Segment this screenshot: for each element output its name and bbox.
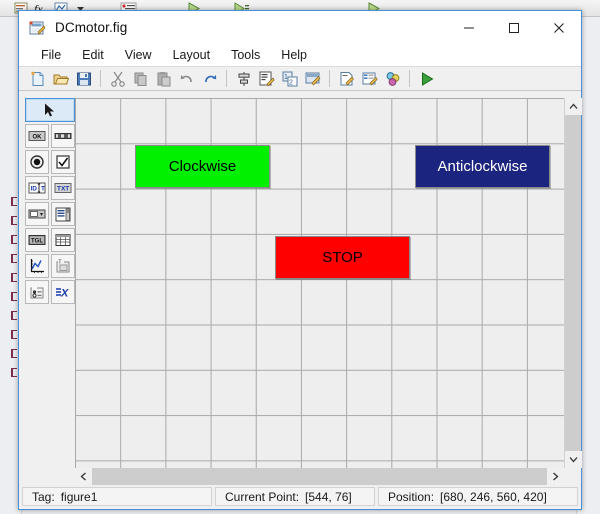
statusbar: Tag: figure1 Current Point: [544, 76] Po… (19, 485, 581, 509)
guide-toolbar: 21 (19, 66, 581, 91)
redo-icon[interactable] (199, 68, 220, 89)
stop-button[interactable]: STOP (275, 236, 410, 279)
canvas-row: Clockwise Anticlockwise STOP (75, 98, 582, 468)
run-figure-icon[interactable] (416, 68, 437, 89)
paste-icon[interactable] (153, 68, 174, 89)
scroll-up-button[interactable] (565, 98, 582, 115)
activex-tool[interactable]: X (51, 280, 75, 304)
toolbar-separator (100, 70, 101, 87)
copy-icon[interactable] (130, 68, 151, 89)
table-tool[interactable] (51, 228, 75, 252)
open-figure-icon[interactable] (50, 68, 71, 89)
cut-icon[interactable] (107, 68, 128, 89)
new-figure-icon[interactable] (27, 68, 48, 89)
svg-text:T: T (41, 186, 45, 193)
property-inspector-icon[interactable] (359, 68, 380, 89)
radio-button-tool[interactable] (25, 150, 49, 174)
menu-tools[interactable]: Tools (222, 46, 269, 64)
toolbar-separator (329, 70, 330, 87)
window-controls (446, 11, 581, 44)
menu-file[interactable]: File (32, 46, 70, 64)
menu-view[interactable]: View (116, 46, 161, 64)
menu-layout[interactable]: Layout (164, 46, 220, 64)
guide-workarea: OK ID T TXT TGL T X Clockwise Anticlockw… (19, 91, 582, 485)
vertical-scroll-thumb[interactable] (565, 115, 581, 451)
window-titlebar[interactable]: DCmotor.fig (19, 11, 581, 44)
toolbar-editor-icon[interactable] (302, 68, 323, 89)
scroll-down-button[interactable] (565, 451, 582, 468)
menu-edit[interactable]: Edit (73, 46, 113, 64)
svg-text:TGL: TGL (31, 238, 43, 244)
stop-button-label: STOP (322, 249, 363, 266)
object-browser-icon[interactable] (382, 68, 403, 89)
push-button-tool[interactable]: OK (25, 124, 49, 148)
svg-text:1: 1 (284, 74, 288, 81)
list-box-tool[interactable] (51, 202, 75, 226)
component-palette: OK ID T TXT TGL T X (19, 91, 75, 485)
status-current-point-value: [544, 76] (305, 489, 352, 504)
anticlockwise-button-label: Anticlockwise (437, 158, 528, 175)
vertical-scrollbar[interactable] (564, 98, 582, 468)
guide-figure-window: DCmotor.fig File Edit View Layout Tools … (18, 10, 582, 510)
slider-tool[interactable] (51, 124, 75, 148)
close-button[interactable] (536, 11, 581, 44)
maximize-button[interactable] (491, 11, 536, 44)
popup-menu-tool[interactable] (25, 202, 49, 226)
menu-help[interactable]: Help (272, 46, 316, 64)
save-figure-icon[interactable] (73, 68, 94, 89)
svg-text:2: 2 (289, 79, 293, 86)
menubar: File Edit View Layout Tools Help (19, 44, 581, 66)
undo-icon[interactable] (176, 68, 197, 89)
anticlockwise-button[interactable]: Anticlockwise (415, 145, 550, 188)
svg-text:ID: ID (31, 186, 38, 193)
panel-tool[interactable]: T (51, 254, 75, 278)
align-objects-icon[interactable] (233, 68, 254, 89)
status-position-field: Position: [680, 246, 560, 420] (378, 487, 578, 506)
status-position-value: [680, 246, 560, 420] (440, 489, 547, 504)
toolbar-separator (226, 70, 227, 87)
svg-text:X: X (60, 288, 69, 300)
edit-text-tool[interactable]: ID T (25, 176, 49, 200)
button-group-tool[interactable] (25, 280, 49, 304)
svg-text:OK: OK (33, 134, 43, 140)
window-title: DCmotor.fig (55, 20, 128, 35)
status-current-point-label: Current Point: (225, 489, 300, 504)
figure-file-icon (29, 20, 46, 36)
figure-canvas[interactable]: Clockwise Anticlockwise STOP (75, 98, 564, 468)
status-tag-field: Tag: figure1 (22, 487, 212, 506)
scroll-left-button[interactable] (75, 468, 92, 485)
scroll-right-button[interactable] (547, 468, 564, 485)
check-box-tool[interactable] (51, 150, 75, 174)
toolbar-separator (409, 70, 410, 87)
status-tag-value: figure1 (60, 489, 98, 504)
m-file-editor-icon[interactable] (336, 68, 357, 89)
minimize-button[interactable] (446, 11, 491, 44)
axes-tool[interactable] (25, 254, 49, 278)
horizontal-scroll-thumb[interactable] (92, 468, 547, 485)
clockwise-button-label: Clockwise (168, 158, 237, 175)
toggle-button-tool[interactable]: TGL (25, 228, 49, 252)
select-tool[interactable] (25, 98, 75, 122)
clockwise-button[interactable]: Clockwise (135, 145, 270, 188)
horizontal-scrollbar[interactable] (75, 468, 564, 485)
canvas-container: Clockwise Anticlockwise STOP (75, 91, 582, 485)
static-text-tool[interactable]: TXT (51, 176, 75, 200)
status-current-point-field: Current Point: [544, 76] (215, 487, 375, 506)
tab-order-editor-icon[interactable]: 21 (279, 68, 300, 89)
menu-editor-icon[interactable] (256, 68, 277, 89)
status-position-label: Position: (388, 489, 435, 504)
svg-text:TXT: TXT (57, 185, 69, 192)
status-tag-label: Tag: (32, 489, 55, 504)
